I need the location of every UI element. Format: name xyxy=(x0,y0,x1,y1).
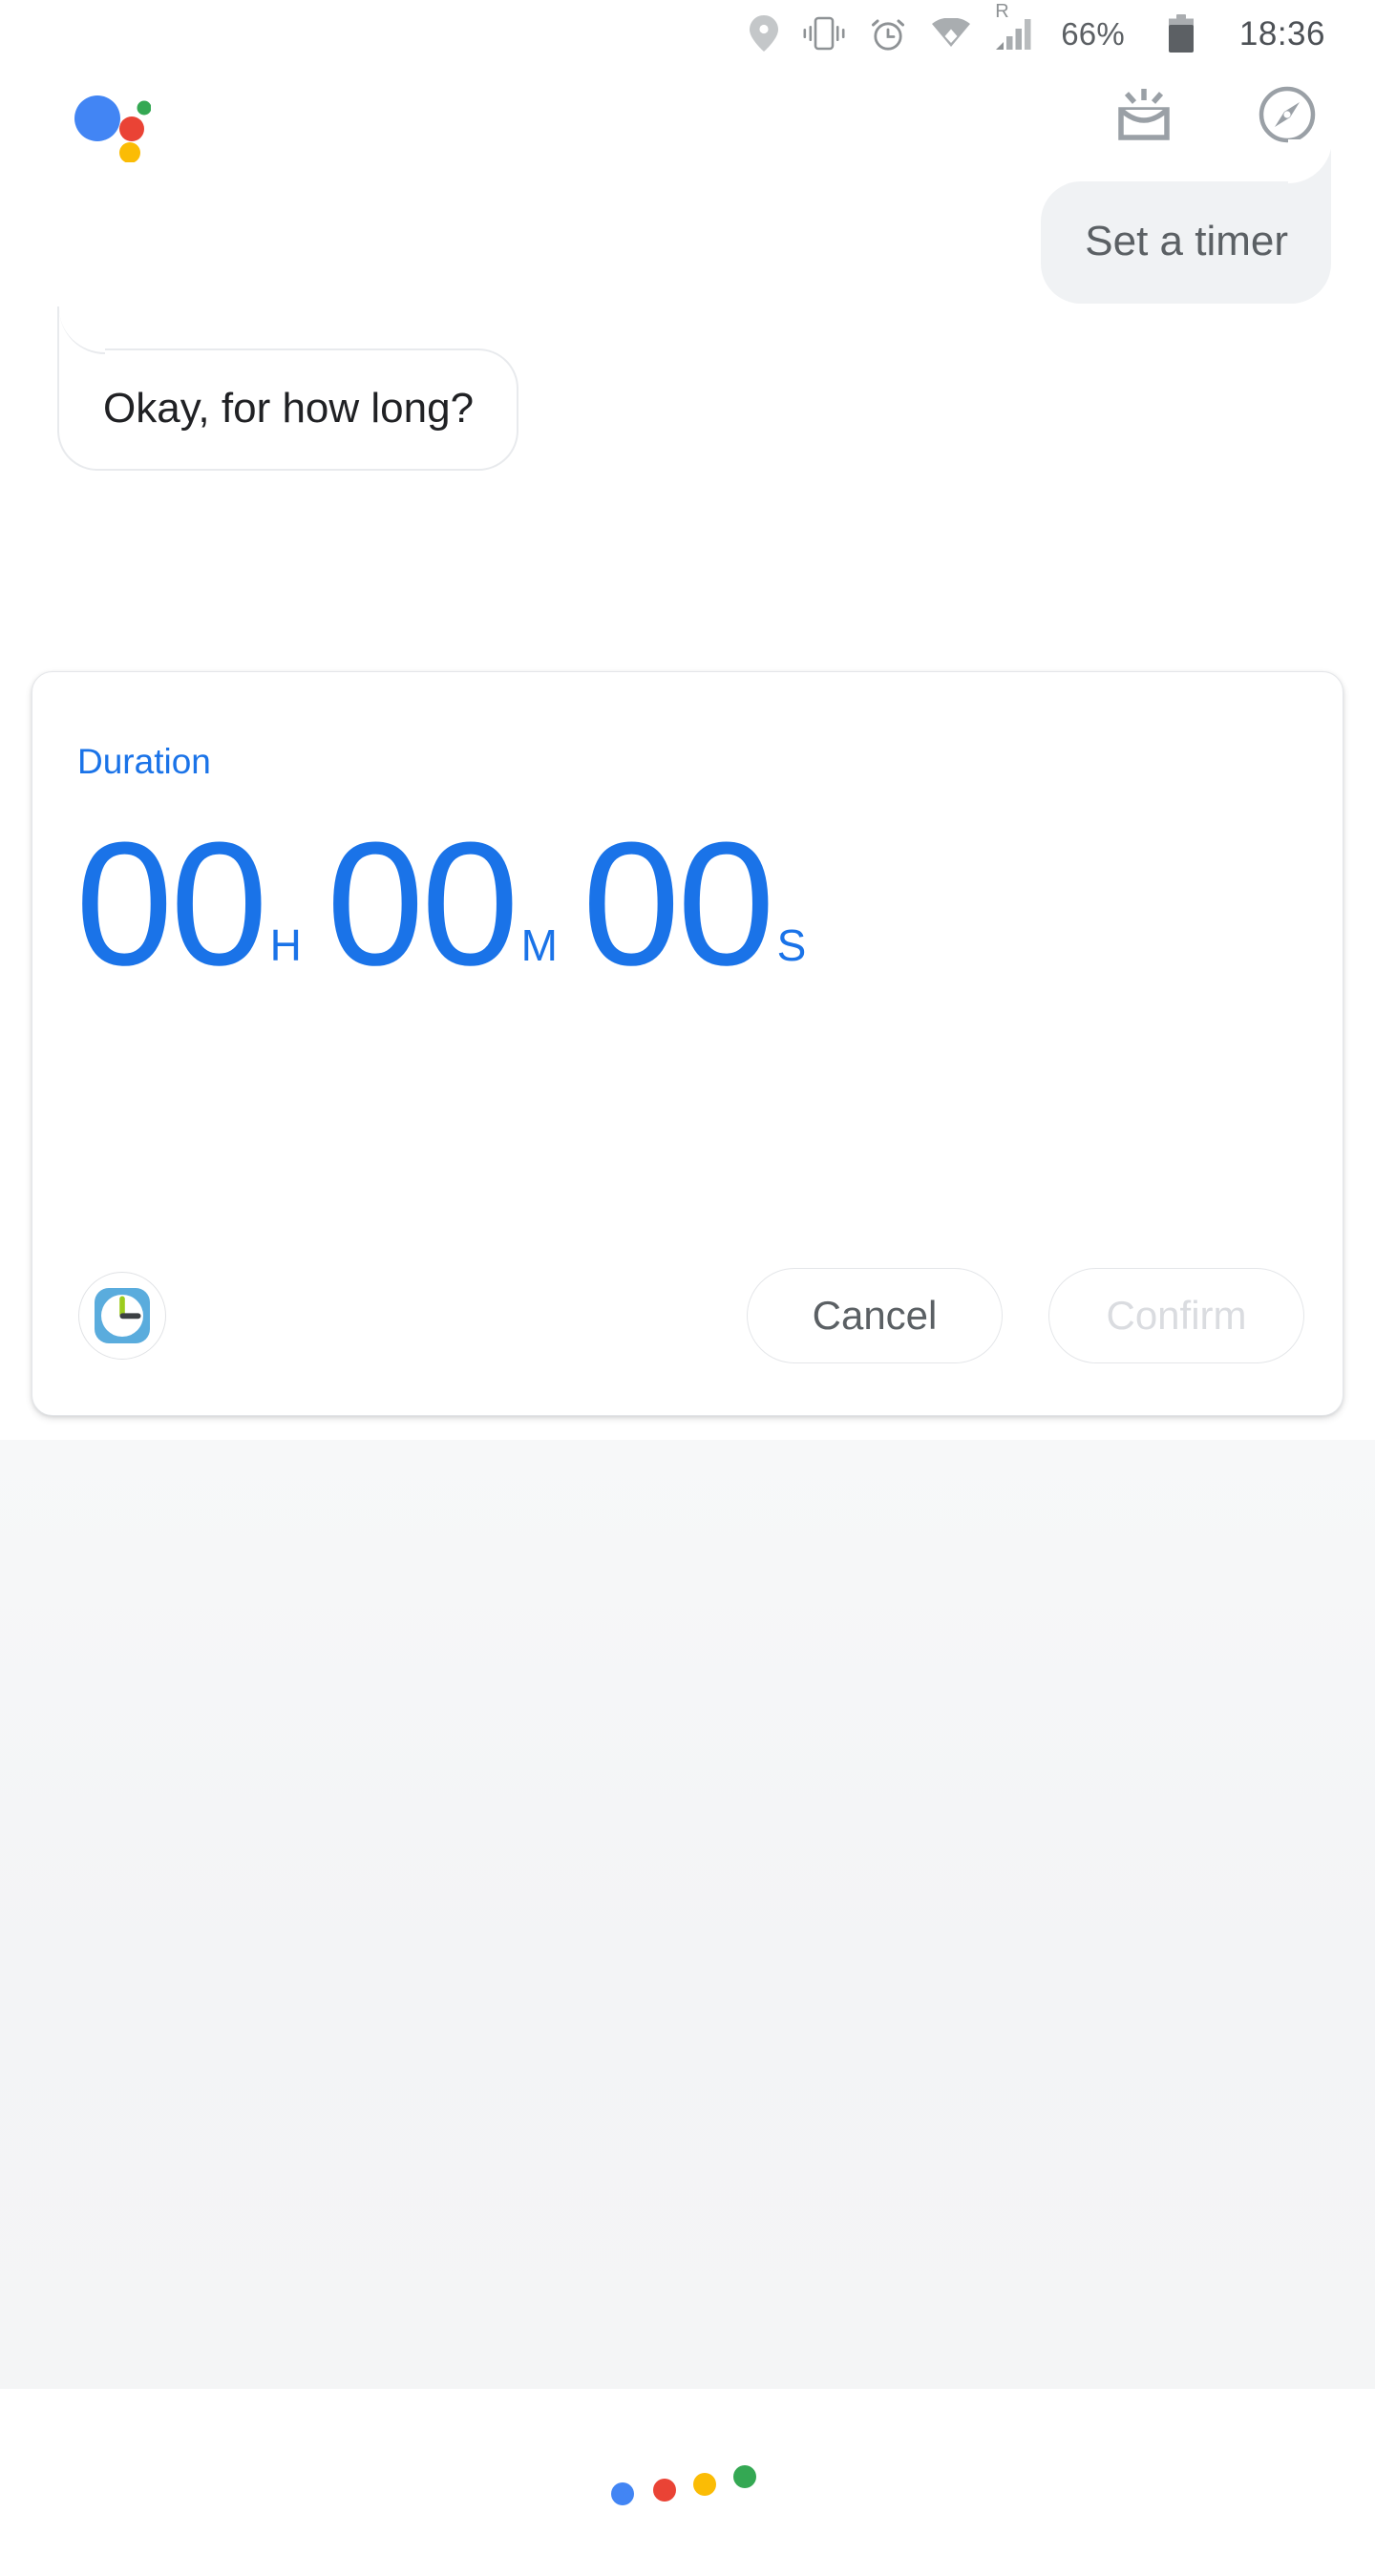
minutes-value[interactable]: 00 xyxy=(327,815,519,991)
google-assistant-logo xyxy=(74,88,152,163)
seconds-value[interactable]: 00 xyxy=(582,815,775,991)
hours-unit-label: H xyxy=(269,920,302,970)
user-message-bubble: Set a timer xyxy=(1041,139,1332,304)
assistant-screen: R 66% 18:36 Set a timer Okay, for how lo… xyxy=(0,0,1375,2576)
cancel-button[interactable]: Cancel xyxy=(747,1268,1003,1363)
duration-label: Duration xyxy=(77,742,211,781)
content-background xyxy=(0,1440,1375,2389)
bubble-tail xyxy=(57,306,105,354)
alarm-icon xyxy=(870,15,906,52)
snapshot-inbox-icon[interactable] xyxy=(1113,84,1174,145)
assistant-footer-bar xyxy=(0,2389,1375,2576)
clock-time-label: 18:36 xyxy=(1238,14,1325,53)
hours-value[interactable]: 00 xyxy=(75,815,268,991)
location-pin-icon xyxy=(750,15,779,52)
bubble-tail xyxy=(1288,139,1332,183)
minutes-unit-label: M xyxy=(520,920,558,970)
user-message-text: Set a timer xyxy=(1085,218,1288,264)
seconds-unit-label: S xyxy=(776,920,807,970)
card-action-buttons: Cancel Confirm xyxy=(747,1268,1304,1363)
compass-explore-icon[interactable] xyxy=(1257,84,1318,145)
clock-app-button[interactable] xyxy=(78,1272,166,1360)
status-icon-group: R 66% 18:36 xyxy=(750,2,1325,53)
dot-blue-icon xyxy=(611,2482,634,2505)
battery-percent-label: 66% xyxy=(1061,15,1125,52)
dot-green-icon xyxy=(733,2465,756,2488)
roaming-label: R xyxy=(995,1,1009,22)
wifi-icon xyxy=(931,18,971,49)
dot-red-icon xyxy=(653,2479,676,2502)
header-actions xyxy=(1113,84,1318,145)
confirm-button[interactable]: Confirm xyxy=(1048,1268,1304,1363)
duration-display[interactable]: 00 H 00 M 00 S xyxy=(75,815,807,991)
user-message-row: Set a timer xyxy=(0,139,1375,304)
assistant-message-text: Okay, for how long? xyxy=(103,385,475,432)
app-header xyxy=(0,67,1375,181)
battery-icon xyxy=(1168,14,1194,53)
conversation-thread: Set a timer Okay, for how long? xyxy=(0,139,1375,471)
clock-app-icon xyxy=(93,1286,152,1345)
assistant-message-row: Okay, for how long? xyxy=(0,306,1375,471)
status-bar: R 66% 18:36 xyxy=(0,0,1375,67)
vibrate-icon xyxy=(803,16,845,51)
dot-yellow-icon xyxy=(693,2473,716,2496)
roaming-signal-icon: R xyxy=(995,2,1036,50)
card-footer: Cancel Confirm xyxy=(32,1228,1343,1415)
assistant-message-bubble: Okay, for how long? xyxy=(57,306,519,471)
assistant-listening-dots[interactable] xyxy=(611,2454,764,2511)
timer-duration-card: Duration 00 H 00 M 00 S Cancel Confirm xyxy=(32,671,1343,1416)
